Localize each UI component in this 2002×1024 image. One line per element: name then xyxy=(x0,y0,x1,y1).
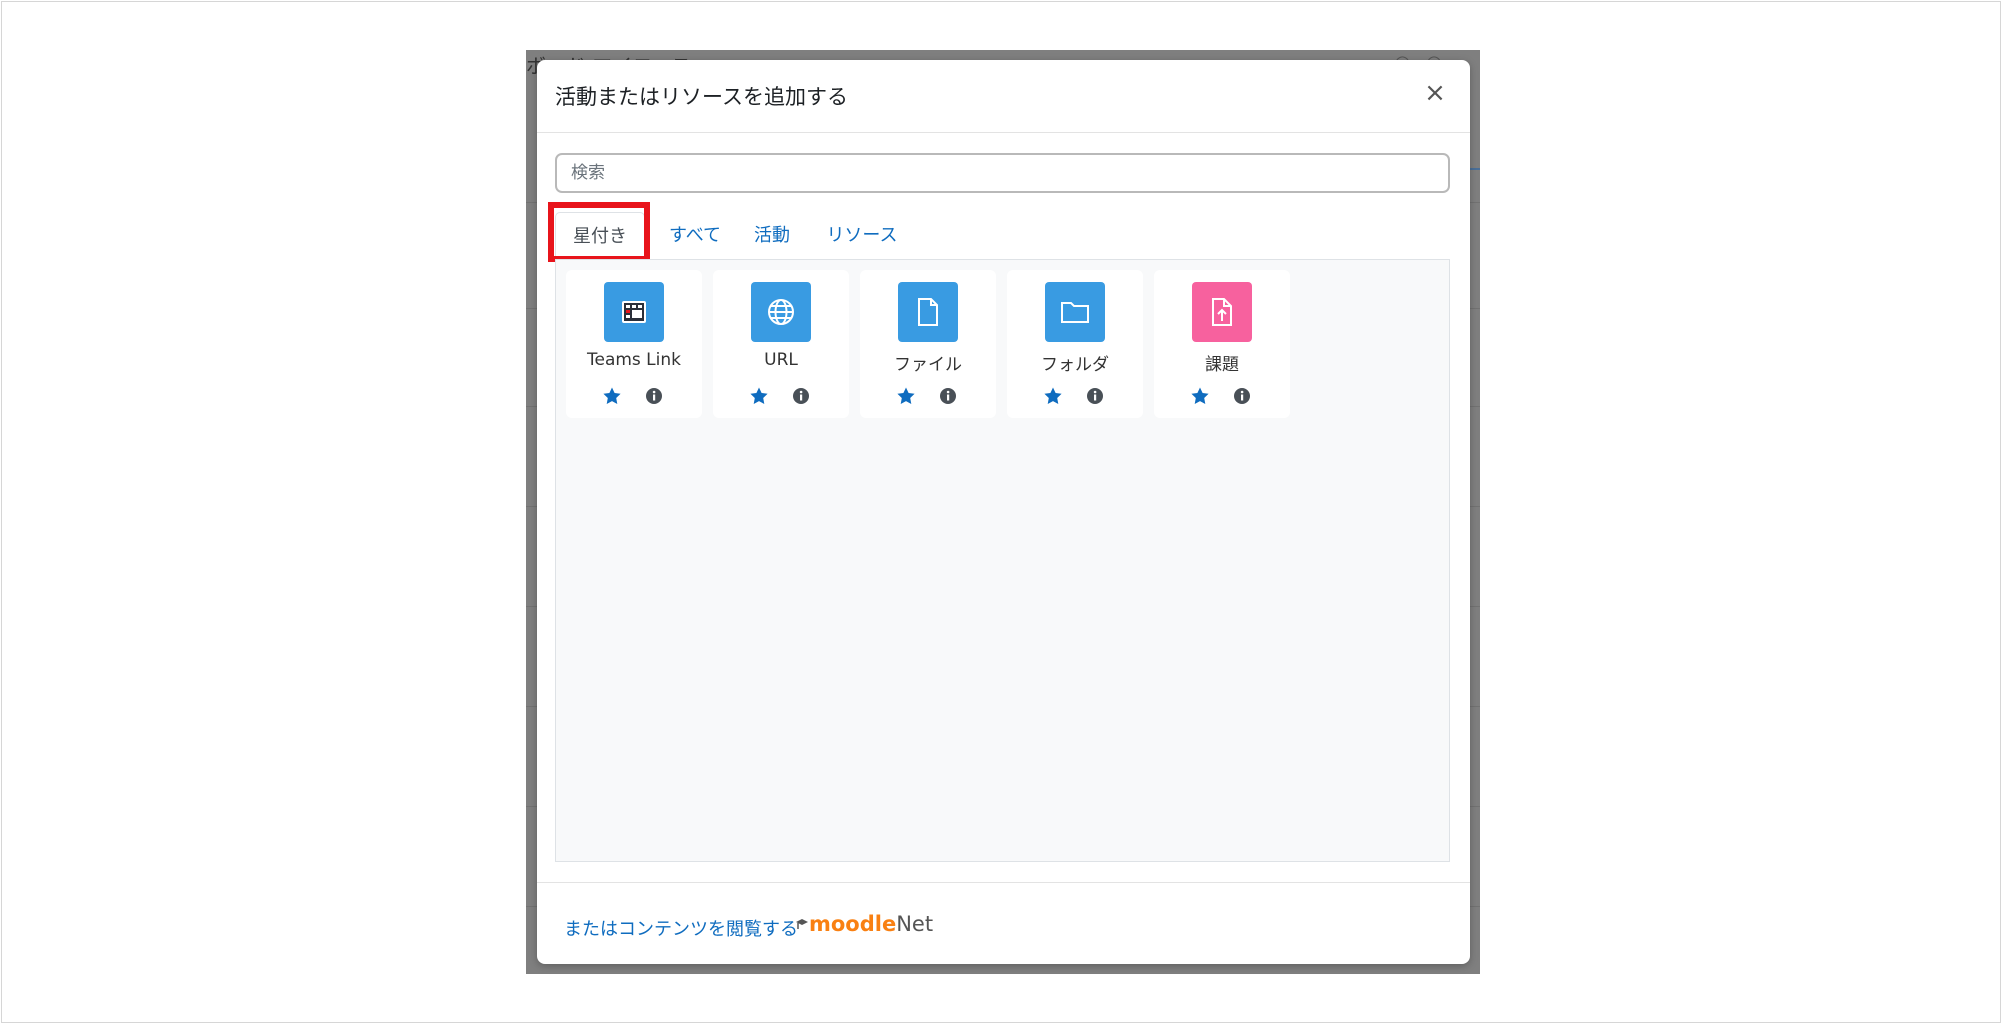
item-label: Teams Link xyxy=(586,350,681,370)
file-icon xyxy=(898,282,958,342)
item-label: ファイル xyxy=(894,355,962,375)
tab-starred[interactable]: 星付き xyxy=(555,212,645,260)
info-icon[interactable] xyxy=(1232,386,1252,406)
graduation-cap-icon xyxy=(796,919,808,929)
close-button[interactable]: × xyxy=(1420,78,1450,108)
browse-content-link[interactable]: またはコンテンツを閲覧する xyxy=(564,915,798,941)
modal-title: 活動またはリソースを追加する xyxy=(555,85,848,109)
info-icon[interactable] xyxy=(644,386,664,406)
modal-footer: またはコンテンツを閲覧する moodle Net xyxy=(537,882,1470,964)
info-icon[interactable] xyxy=(1085,386,1105,406)
star-icon[interactable] xyxy=(1043,386,1063,406)
assignment-upload-icon xyxy=(1192,282,1252,342)
info-icon[interactable] xyxy=(938,386,958,406)
item-actions xyxy=(860,386,996,406)
search-input[interactable] xyxy=(555,153,1450,193)
star-icon[interactable] xyxy=(602,386,622,406)
moodlenet-logo[interactable]: moodle Net xyxy=(795,911,933,937)
info-icon[interactable] xyxy=(791,386,811,406)
item-card-file[interactable]: ファイル xyxy=(860,270,996,418)
star-icon[interactable] xyxy=(749,386,769,406)
screenshot-frame: ボード マイコース ○○ 活動またはリソースを追加する × 星付き すべて 活動… xyxy=(1,1,2001,1023)
tab-resources[interactable]: リソース xyxy=(815,212,909,260)
modal-header: 活動またはリソースを追加する × xyxy=(537,60,1470,133)
item-card-folder[interactable]: フォルダ xyxy=(1007,270,1143,418)
add-activity-modal: 活動またはリソースを追加する × 星付き すべて 活動 リソース xyxy=(537,60,1470,964)
items-panel: Teams Link URL ファイル フォルダ 課題 xyxy=(555,259,1450,862)
folder-icon xyxy=(1045,282,1105,342)
teams-link-icon xyxy=(604,282,664,342)
item-actions xyxy=(566,386,702,406)
tab-activities[interactable]: 活動 xyxy=(739,212,805,260)
item-card-teams-link[interactable]: Teams Link xyxy=(566,270,702,418)
item-label: フォルダ xyxy=(1041,355,1109,375)
globe-icon xyxy=(751,282,811,342)
moodlenet-brand-moodle: moodle xyxy=(809,912,897,936)
star-icon[interactable] xyxy=(896,386,916,406)
item-label: 課題 xyxy=(1205,355,1239,375)
item-label: URL xyxy=(764,350,798,370)
item-actions xyxy=(1007,386,1143,406)
item-actions xyxy=(1154,386,1290,406)
star-icon[interactable] xyxy=(1190,386,1210,406)
tab-all[interactable]: すべて xyxy=(655,212,735,260)
item-card-assignment[interactable]: 課題 xyxy=(1154,270,1290,418)
moodlenet-brand-net: Net xyxy=(896,912,934,936)
item-card-url[interactable]: URL xyxy=(713,270,849,418)
item-actions xyxy=(713,386,849,406)
